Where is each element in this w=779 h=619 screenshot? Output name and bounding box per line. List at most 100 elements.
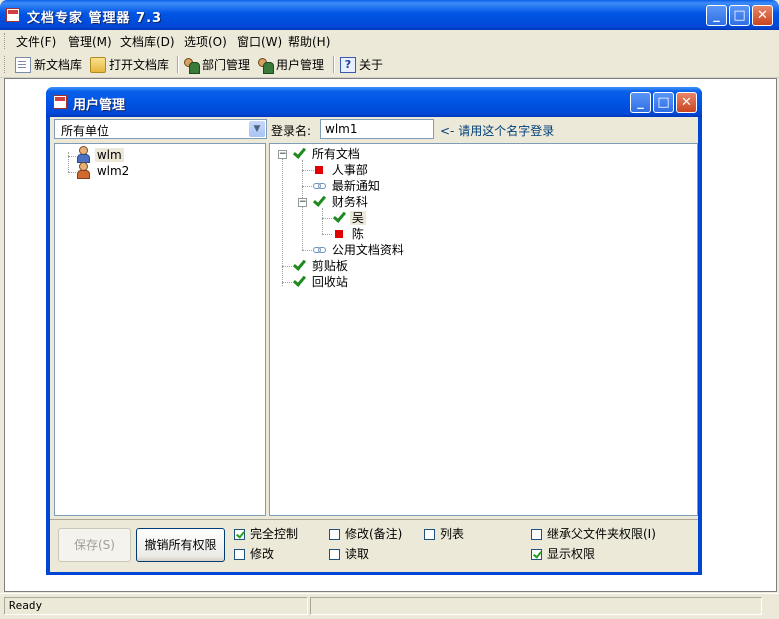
tree-node-public-docs[interactable]: 公用文档资料 <box>312 242 406 258</box>
open-library-button[interactable]: 打开文档库 <box>90 55 169 74</box>
inherit-checkbox[interactable]: 继承父文件夹权限(I) <box>531 526 656 542</box>
menu-manage[interactable]: 管理(M) <box>68 33 112 50</box>
user-tree[interactable]: wlm wlm2 <box>54 143 266 516</box>
checkbox-label: 修改(备注) <box>345 527 403 541</box>
about-button[interactable]: ? 关于 <box>340 55 383 74</box>
check-icon <box>292 258 306 272</box>
maximize-button[interactable]: □ <box>729 5 750 26</box>
tree-line <box>322 234 332 235</box>
unit-select-value: 所有单位 <box>61 124 110 138</box>
login-name-label: 登录名: <box>271 124 312 138</box>
login-name-field[interactable]: wlm1 <box>320 119 434 139</box>
user-manage-title: 用户管理 <box>73 98 126 113</box>
menu-window[interactable]: 窗口(W) <box>237 33 282 50</box>
dept-manage-button[interactable]: 部门管理 <box>183 55 250 74</box>
user-manage-button[interactable]: 用户管理 <box>257 55 324 74</box>
new-library-label: 新文档库 <box>34 58 83 72</box>
tree-line <box>68 152 69 172</box>
new-document-icon <box>15 56 31 73</box>
check-icon <box>292 146 306 160</box>
tree-node-clipboard[interactable]: 剪贴板 <box>292 258 350 274</box>
modify-note-checkbox[interactable]: 修改(备注) <box>329 526 402 542</box>
checkbox-box <box>329 549 340 560</box>
collapse-toggle[interactable]: − <box>278 150 287 159</box>
full-control-checkbox[interactable]: 完全控制 <box>234 526 298 542</box>
tree-label: 吴 <box>349 211 366 225</box>
tree-line <box>322 218 332 219</box>
tree-line <box>282 282 292 283</box>
open-folder-icon <box>90 56 106 73</box>
read-checkbox[interactable]: 读取 <box>329 546 369 562</box>
modify-checkbox[interactable]: 修改 <box>234 546 274 562</box>
toolbar-separator <box>177 56 179 73</box>
permission-tree[interactable]: − 所有文档 人事部 最新通知 − 财务科 吴 陈 公用文档资料 剪贴板 回收站 <box>269 143 698 516</box>
minimize-button[interactable]: _ <box>706 5 727 26</box>
tree-line <box>282 266 292 267</box>
checkbox-box <box>234 529 245 540</box>
tree-node-renshi[interactable]: 人事部 <box>312 162 370 178</box>
checkbox-label: 读取 <box>345 547 370 561</box>
denied-icon <box>315 166 323 174</box>
toolbar: 新文档库 打开文档库 部门管理 用户管理 ? 关于 <box>0 52 779 78</box>
chevron-down-icon[interactable]: ▼ <box>249 121 265 137</box>
revoke-all-button[interactable]: 撤销所有权限 <box>136 528 225 562</box>
checkbox-box <box>234 549 245 560</box>
menu-help[interactable]: 帮助(H) <box>288 33 330 50</box>
user-item-wlm[interactable]: wlm <box>75 146 124 163</box>
menubar-grip <box>4 33 8 49</box>
user-icon <box>75 162 91 179</box>
checkbox-label: 完全控制 <box>250 527 299 541</box>
user-label: wlm <box>94 148 124 162</box>
check-icon <box>332 210 346 224</box>
department-icon <box>183 57 200 74</box>
tree-node-root[interactable]: 所有文档 <box>292 146 362 162</box>
open-library-label: 打开文档库 <box>109 58 170 72</box>
checkbox-label: 继承父文件夹权限(I) <box>547 527 656 541</box>
child-minimize-button[interactable]: _ <box>630 92 651 113</box>
tree-node-caiwu[interactable]: 财务科 <box>312 194 370 210</box>
tree-node-recycle[interactable]: 回收站 <box>292 274 350 290</box>
menu-file[interactable]: 文件(F) <box>16 33 56 50</box>
toolbar-separator <box>333 56 335 73</box>
denied-icon <box>335 230 343 238</box>
user-manage-title-bar[interactable]: 用户管理 _ □ ✕ <box>46 87 702 117</box>
tree-label: 所有文档 <box>311 147 360 161</box>
child-close-button[interactable]: ✕ <box>676 92 697 113</box>
tree-node-wu[interactable]: 吴 <box>332 210 366 226</box>
app-icon <box>6 8 20 22</box>
checkbox-box <box>329 529 340 540</box>
tree-label: 剪贴板 <box>311 259 348 273</box>
main-title-bar[interactable]: 文档专家 管理器 7.3 _ □ ✕ <box>0 0 779 30</box>
login-hint: <- 请用这个名字登录 <box>440 124 555 138</box>
list-checkbox[interactable]: 列表 <box>424 526 464 542</box>
menu-library[interactable]: 文档库(D) <box>120 33 175 50</box>
show-permission-checkbox[interactable]: 显示权限 <box>531 546 595 562</box>
close-button[interactable]: ✕ <box>752 5 773 26</box>
new-library-button[interactable]: 新文档库 <box>15 55 82 74</box>
save-button[interactable]: 保存(S) <box>58 528 131 562</box>
checkbox-label: 修改 <box>250 547 275 561</box>
user-item-wlm2[interactable]: wlm2 <box>75 162 131 179</box>
tree-label: 最新通知 <box>331 179 380 193</box>
users-icon <box>257 57 274 74</box>
status-text: Ready <box>4 597 308 615</box>
user-label: wlm2 <box>96 164 130 178</box>
unit-select[interactable]: 所有单位 ▼ <box>54 119 267 139</box>
user-manage-body: 所有单位 ▼ 登录名: wlm1 <- 请用这个名字登录 wlm wlm2 − … <box>50 117 698 572</box>
checkbox-label: 显示权限 <box>547 547 596 561</box>
tree-label: 公用文档资料 <box>331 243 404 257</box>
link-icon <box>312 244 326 254</box>
tree-label: 陈 <box>351 227 364 241</box>
tree-label: 人事部 <box>331 163 368 177</box>
collapse-toggle[interactable]: − <box>298 198 307 207</box>
about-label: 关于 <box>359 58 384 72</box>
checkbox-box <box>424 529 435 540</box>
user-manage-label: 用户管理 <box>276 58 325 72</box>
tree-node-notice[interactable]: 最新通知 <box>312 178 382 194</box>
check-icon <box>312 194 326 208</box>
status-bar: Ready <box>0 593 779 619</box>
child-maximize-button[interactable]: □ <box>653 92 674 113</box>
tree-node-chen[interactable]: 陈 <box>332 226 366 242</box>
link-icon <box>312 180 326 190</box>
menu-options[interactable]: 选项(O) <box>184 33 227 50</box>
